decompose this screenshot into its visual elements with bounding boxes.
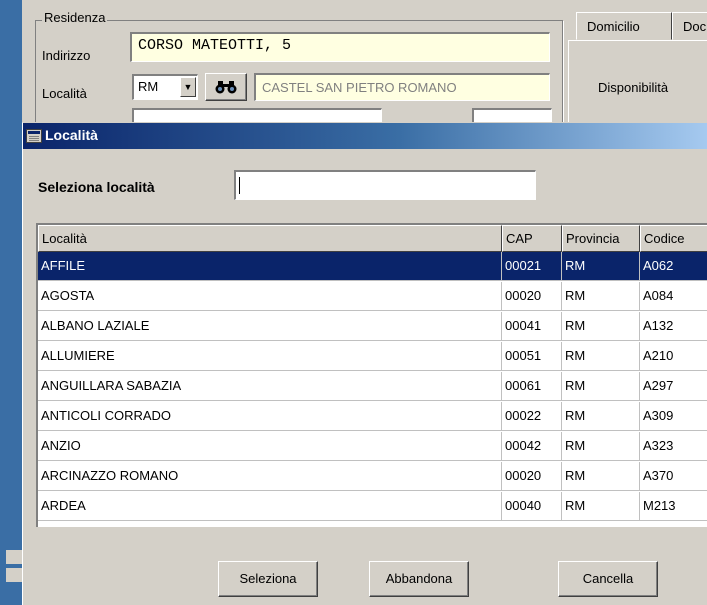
localita-label: Località	[42, 86, 87, 101]
cell-provincia: RM	[562, 312, 640, 341]
cell-codice: M213	[640, 492, 707, 521]
cell-codice: A323	[640, 432, 707, 461]
cell-localita: ALLUMIERE	[38, 342, 502, 371]
cell-cap: 00042	[502, 432, 562, 461]
table-row[interactable]: ALLUMIERE 00051 RM A210	[38, 342, 707, 371]
column-header-localita[interactable]: Località	[38, 225, 502, 252]
cell-codice: A084	[640, 282, 707, 311]
cell-codice: A297	[640, 372, 707, 401]
cell-cap: 00022	[502, 402, 562, 431]
cell-cap: 00040	[502, 492, 562, 521]
cell-codice: A370	[640, 462, 707, 491]
cell-localita: AGOSTA	[38, 282, 502, 311]
binoculars-icon	[215, 81, 237, 94]
window-app-icon	[26, 129, 42, 143]
desktop-background	[0, 0, 22, 605]
chevron-down-icon[interactable]: ▼	[180, 77, 196, 97]
cell-cap: 00041	[502, 312, 562, 341]
seleziona-localita-label: Seleziona località	[38, 179, 155, 195]
column-header-codice[interactable]: Codice	[640, 225, 707, 252]
localita-dialog: Località Seleziona località Località CAP…	[22, 122, 707, 605]
cell-cap: 00061	[502, 372, 562, 401]
cell-localita: ARCINAZZO ROMANO	[38, 462, 502, 491]
table-row[interactable]: ALBANO LAZIALE 00041 RM A132	[38, 312, 707, 341]
column-header-cap[interactable]: CAP	[502, 225, 562, 252]
background-window-fragment	[6, 550, 22, 564]
cell-localita: ANZIO	[38, 432, 502, 461]
cell-localita: AFFILE	[38, 252, 502, 281]
provincia-value: RM	[138, 79, 159, 94]
dialog-title: Località	[45, 127, 98, 143]
cell-provincia: RM	[562, 282, 640, 311]
tab-doc[interactable]: Doc	[672, 12, 707, 40]
localita-table[interactable]: Località CAP Provincia Codice AFFILE 0002…	[36, 223, 707, 527]
cell-cap: 00021	[502, 252, 562, 281]
cell-cap: 00020	[502, 462, 562, 491]
provincia-dropdown[interactable]: RM ▼	[132, 74, 198, 100]
indirizzo-label: Indirizzo	[42, 48, 91, 63]
residenza-legend: Residenza	[42, 10, 108, 25]
localita-name-field[interactable]: CASTEL SAN PIETRO ROMANO	[254, 73, 550, 101]
cell-codice: A210	[640, 342, 707, 371]
table-header: Località CAP Provincia Codice	[38, 225, 707, 252]
column-header-provincia[interactable]: Provincia	[562, 225, 640, 252]
table-row[interactable]: AFFILE 00021 RM A062	[38, 252, 707, 281]
abbandona-button[interactable]: Abbandona	[369, 561, 469, 597]
table-row[interactable]: ANZIO 00042 RM A323	[38, 432, 707, 461]
cancella-button[interactable]: Cancella	[558, 561, 658, 597]
cell-codice: A132	[640, 312, 707, 341]
search-localita-button[interactable]	[205, 73, 247, 101]
cell-provincia: RM	[562, 342, 640, 371]
cell-provincia: RM	[562, 492, 640, 521]
disponibilita-label: Disponibilità	[598, 80, 669, 95]
cell-codice: A062	[640, 252, 707, 281]
seleziona-button[interactable]: Seleziona	[218, 561, 318, 597]
cell-cap: 00051	[502, 342, 562, 371]
cell-codice: A309	[640, 402, 707, 431]
cell-provincia: RM	[562, 402, 640, 431]
background-window-fragment	[6, 568, 22, 582]
cell-cap: 00020	[502, 282, 562, 311]
seleziona-localita-input[interactable]	[234, 170, 536, 200]
cell-provincia: RM	[562, 462, 640, 491]
tab-domicilio[interactable]: Domicilio	[576, 12, 672, 40]
indirizzo-field[interactable]: CORSO MATEOTTI, 5	[130, 32, 550, 62]
dialog-titlebar[interactable]: Località	[23, 123, 707, 149]
cell-localita: ALBANO LAZIALE	[38, 312, 502, 341]
cell-localita: ARDEA	[38, 492, 502, 521]
cell-provincia: RM	[562, 372, 640, 401]
cell-provincia: RM	[562, 432, 640, 461]
table-row[interactable]: ANGUILLARA SABAZIA 00061 RM A297	[38, 372, 707, 401]
cell-localita: ANGUILLARA SABAZIA	[38, 372, 502, 401]
table-row[interactable]: ARDEA 00040 RM M213	[38, 492, 707, 521]
table-row[interactable]: AGOSTA 00020 RM A084	[38, 282, 707, 311]
table-row[interactable]: ANTICOLI CORRADO 00022 RM A309	[38, 402, 707, 431]
text-caret	[239, 177, 240, 194]
table-row[interactable]: ARCINAZZO ROMANO 00020 RM A370	[38, 462, 707, 491]
cell-localita: ANTICOLI CORRADO	[38, 402, 502, 431]
cell-provincia: RM	[562, 252, 640, 281]
